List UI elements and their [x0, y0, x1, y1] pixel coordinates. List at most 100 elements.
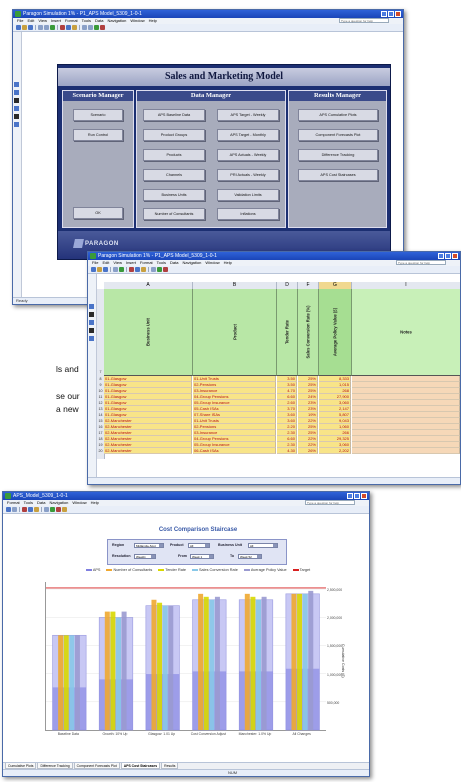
menu-item-navigation[interactable]: Navigation — [107, 18, 126, 24]
bar-average-policy-value[interactable] — [168, 605, 174, 730]
from-select[interactable]: Week 1 — [190, 554, 214, 559]
bar-average-policy-value[interactable] — [121, 611, 127, 730]
menu-item-help[interactable]: Help — [91, 500, 99, 506]
menu-item-file[interactable]: File — [92, 260, 98, 266]
minimize-icon[interactable] — [438, 253, 444, 259]
bar-number-of-consultants[interactable] — [151, 599, 157, 730]
cell-rate[interactable]: 4.30 — [277, 448, 297, 454]
save-icon[interactable] — [6, 507, 11, 512]
close-icon[interactable] — [361, 493, 367, 499]
menu-item-file[interactable]: File — [17, 18, 23, 24]
open-icon[interactable] — [22, 25, 27, 30]
bar-tender-rate[interactable] — [110, 611, 116, 730]
difference-tracking-button[interactable]: Difference Tracking — [298, 149, 378, 161]
product-select[interactable]: All — [188, 543, 210, 548]
menu-item-format[interactable]: Format — [7, 500, 20, 506]
menu-item-window[interactable]: Window — [130, 18, 144, 24]
paste-icon[interactable] — [141, 267, 146, 272]
maximize-icon[interactable] — [388, 11, 394, 17]
print-icon[interactable] — [38, 25, 43, 30]
tool-icon[interactable] — [89, 304, 94, 309]
print-icon[interactable] — [12, 507, 17, 512]
redo-icon[interactable] — [88, 25, 93, 30]
spreadsheet-grid[interactable]: A B D F G I 7 Business Unit Product Tend… — [97, 282, 460, 478]
validation-limits-button[interactable]: Validation Limits — [217, 189, 279, 201]
tool-icon[interactable] — [14, 122, 19, 127]
region-select[interactable]: Midlands+Scot — [134, 543, 164, 548]
bar-sales-conversion-rate[interactable] — [162, 605, 168, 730]
row-number[interactable]: 20 — [97, 448, 104, 454]
undo-icon[interactable] — [82, 25, 87, 30]
tool-icon[interactable] — [89, 320, 94, 325]
cut-icon[interactable] — [129, 267, 134, 272]
cut-icon[interactable] — [22, 507, 27, 512]
chart-icon[interactable] — [157, 267, 162, 272]
sort-icon[interactable] — [56, 507, 61, 512]
tool-icon[interactable] — [89, 312, 94, 317]
bar-sales-conversion-rate[interactable] — [302, 593, 308, 730]
pri-actuals-weekly-button[interactable]: PRI Actuals - Weekly — [217, 169, 279, 181]
window-title-bar[interactable]: APS_Model_5309_1-0-1 — [3, 492, 369, 500]
component-forecasts-plot-button[interactable]: Component Forecasts Plot — [298, 129, 378, 141]
bar-number-of-consultants[interactable] — [198, 593, 204, 730]
zoom-icon[interactable] — [62, 507, 67, 512]
tool-icon[interactable] — [89, 336, 94, 341]
cell-product[interactable]: 06-Cash ISAs — [193, 448, 276, 454]
help-search-input[interactable]: Type a question for help — [339, 18, 389, 23]
bar-sales-conversion-rate[interactable] — [69, 635, 75, 730]
business-units-button[interactable]: Business Units — [143, 189, 205, 201]
menu-item-help[interactable]: Help — [224, 260, 232, 266]
paste-icon[interactable] — [72, 25, 77, 30]
row-number[interactable]: 7 — [97, 369, 104, 375]
products-button[interactable]: Products — [143, 149, 205, 161]
menu-item-edit[interactable]: Edit — [27, 18, 34, 24]
tool-icon[interactable] — [14, 114, 19, 119]
tool-icon[interactable] — [14, 90, 19, 95]
copy-icon[interactable] — [66, 25, 71, 30]
aps-target-weekly-button[interactable]: APS Target - Weekly — [217, 109, 279, 121]
tool-icon[interactable] — [14, 106, 19, 111]
cell-conv[interactable]: 26% — [298, 448, 318, 454]
aps-cost-staircases-button[interactable]: APS Cost Staircases — [298, 169, 378, 181]
ok-button[interactable]: OK — [73, 207, 123, 219]
menu-item-edit[interactable]: Edit — [102, 260, 109, 266]
menu-item-view[interactable]: View — [113, 260, 122, 266]
cell-val[interactable]: 2,202 — [319, 448, 351, 454]
bar-tender-rate[interactable] — [157, 602, 163, 730]
preview-icon[interactable] — [44, 25, 49, 30]
tool-icon[interactable] — [14, 82, 19, 87]
menu-item-insert[interactable]: Insert — [51, 18, 61, 24]
bar-number-of-consultants[interactable] — [104, 611, 110, 730]
bar-tender-rate[interactable] — [203, 596, 209, 730]
paste-icon[interactable] — [34, 507, 39, 512]
copy-icon[interactable] — [28, 507, 33, 512]
bar-number-of-consultants[interactable] — [291, 593, 297, 730]
bar-average-policy-value[interactable] — [74, 635, 80, 730]
menu-item-data[interactable]: Data — [37, 500, 45, 506]
undo-icon[interactable] — [44, 507, 49, 512]
undo-icon[interactable] — [151, 267, 156, 272]
inflations-button[interactable]: Inflations — [217, 208, 279, 220]
menu-item-window[interactable]: Window — [72, 500, 86, 506]
aps-target-monthly-button[interactable]: APS Target - Monthly — [217, 129, 279, 141]
spell-icon[interactable] — [50, 25, 55, 30]
aps-baseline-data-button[interactable]: APS Baseline Data — [143, 109, 205, 121]
window-title-bar[interactable]: Paragon Simulation 1% - P1_APS Model_530… — [13, 10, 403, 18]
menu-item-format[interactable]: Format — [65, 18, 78, 24]
bar-average-policy-value[interactable] — [308, 590, 314, 730]
save-icon[interactable] — [103, 267, 108, 272]
menu-item-format[interactable]: Format — [140, 260, 153, 266]
scenario-button[interactable]: Scenario — [73, 109, 123, 121]
cell-notes[interactable] — [352, 448, 460, 454]
resolution-select[interactable]: Weekly — [134, 554, 156, 559]
close-icon[interactable] — [452, 253, 458, 259]
menu-item-tools[interactable]: Tools — [157, 260, 166, 266]
cut-icon[interactable] — [60, 25, 65, 30]
chart-icon[interactable] — [50, 507, 55, 512]
print-icon[interactable] — [113, 267, 118, 272]
bar-sales-conversion-rate[interactable] — [209, 599, 215, 730]
open-icon[interactable] — [97, 267, 102, 272]
minimize-icon[interactable] — [381, 11, 387, 17]
spell-icon[interactable] — [119, 267, 124, 272]
copy-icon[interactable] — [135, 267, 140, 272]
